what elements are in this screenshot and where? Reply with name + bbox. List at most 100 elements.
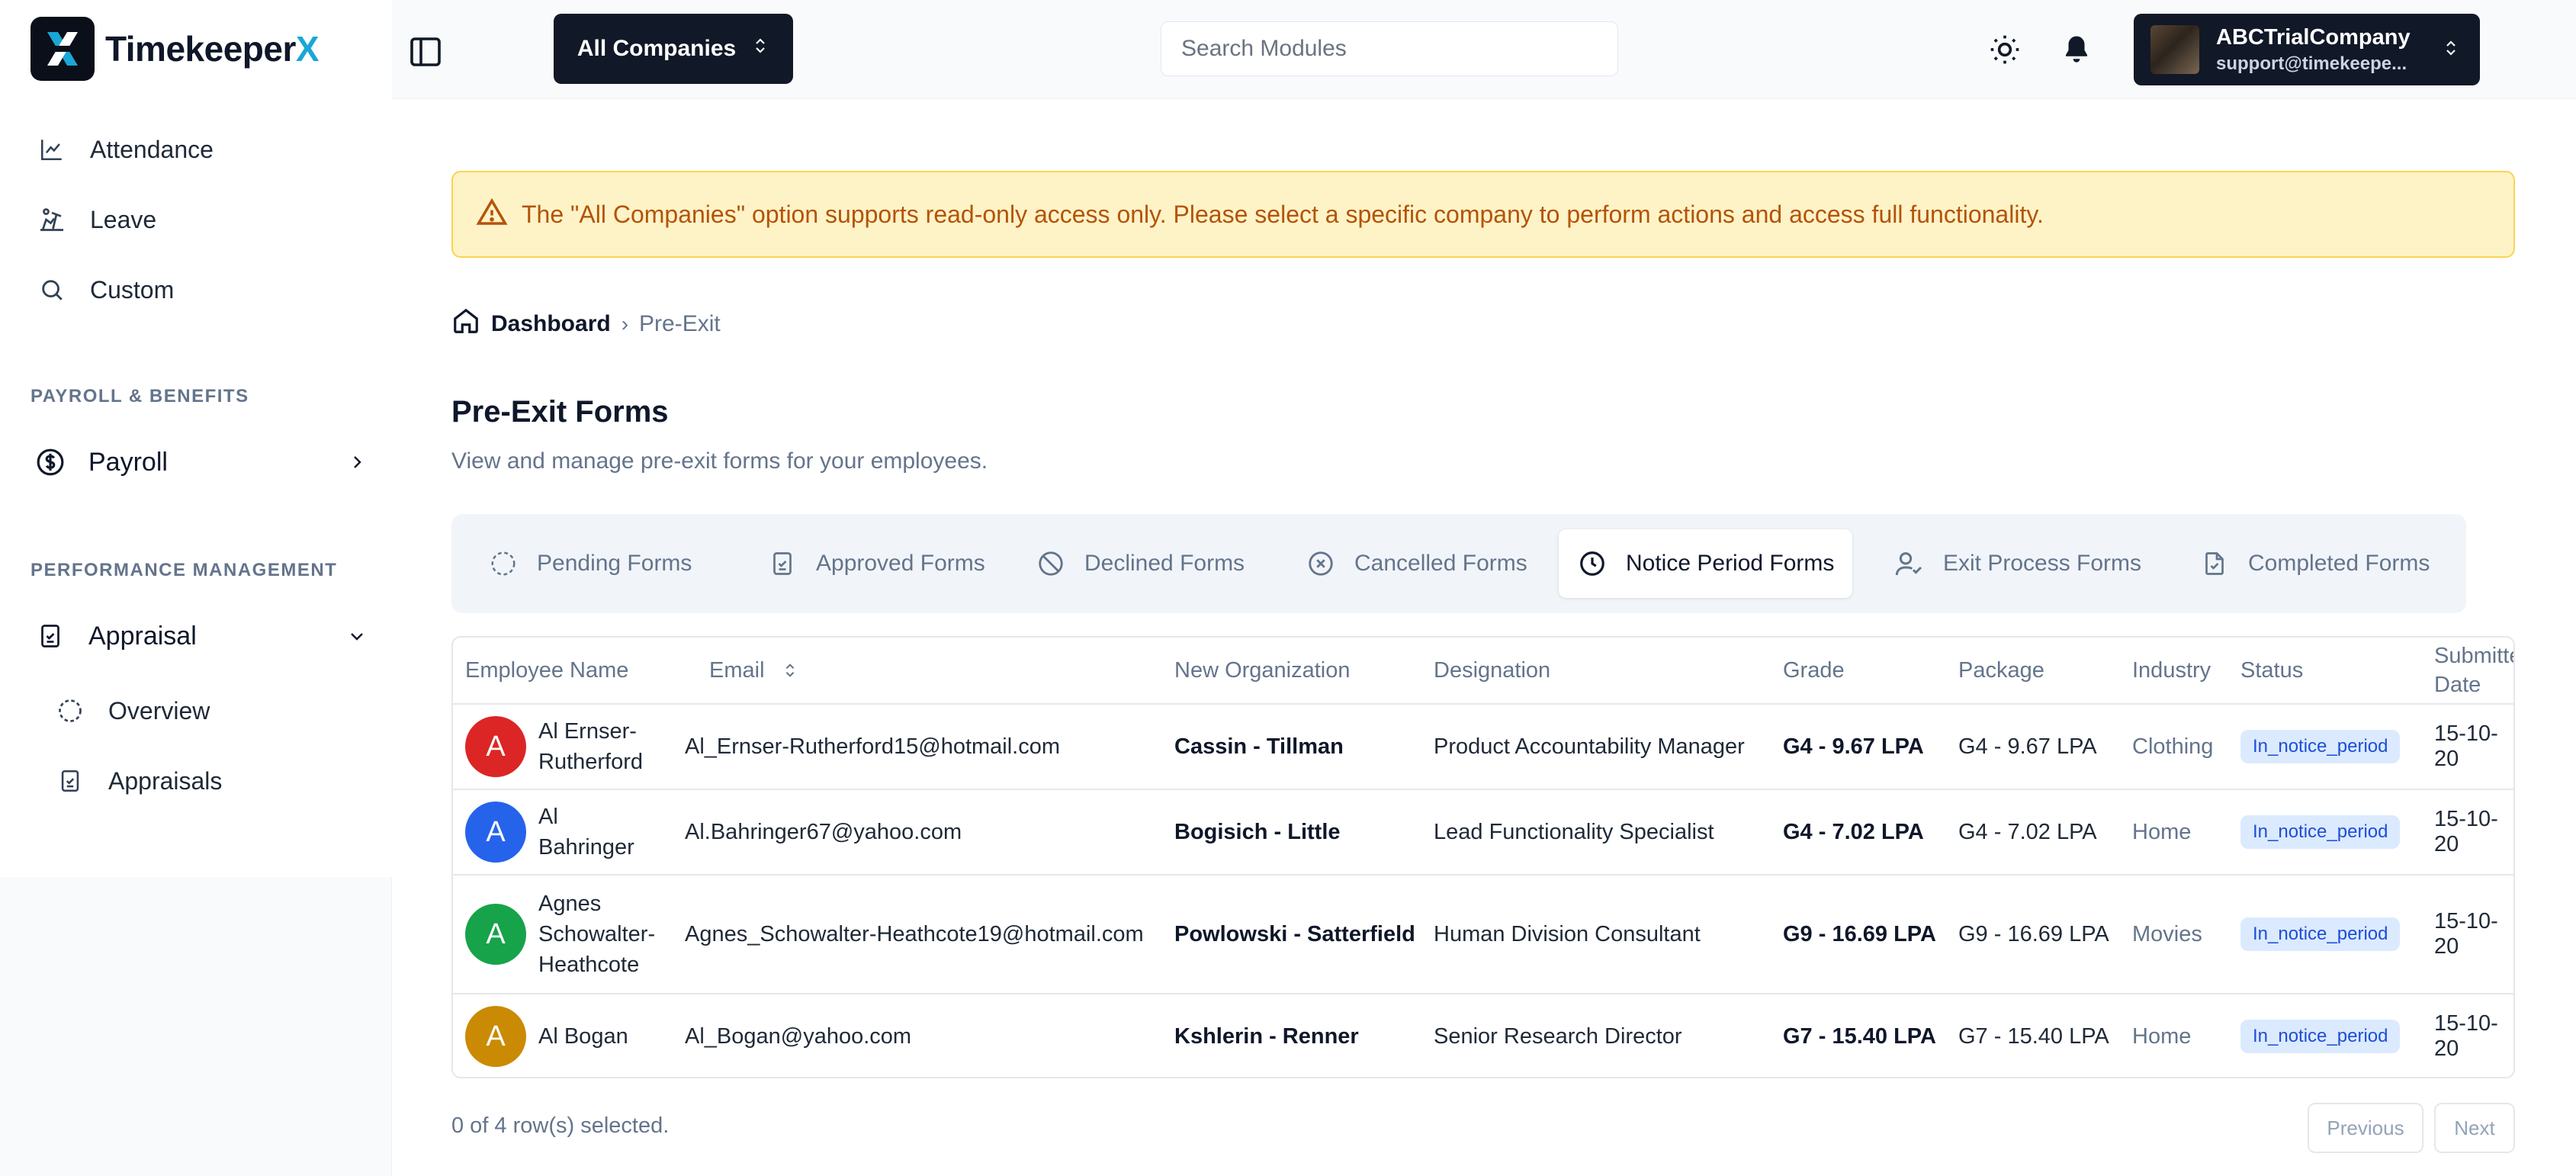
theme-toggle-icon[interactable]: [1986, 31, 2024, 69]
avatar: [2150, 25, 2199, 74]
sidebar-item-appraisal[interactable]: Appraisal: [34, 619, 369, 653]
company-select-button[interactable]: All Companies: [554, 14, 793, 84]
employee-avatar: A: [465, 790, 526, 874]
warning-icon: [476, 197, 508, 233]
tab-pending-forms[interactable]: Pending Forms: [470, 529, 710, 598]
new-organization: Powlowski - Satterfield: [1174, 921, 1415, 946]
account-email: support@timekeepe...: [2216, 53, 2407, 74]
alert-message: The "All Companies" option supports read…: [522, 200, 2044, 228]
tab-exit-process-forms[interactable]: Exit Process Forms: [1876, 529, 2160, 598]
table-row[interactable]: A Al Bahringer Al.Bahringer67@yahoo.com B…: [453, 789, 2513, 874]
employee-name: Al Bahringer: [538, 805, 634, 860]
sidebar-item-custom[interactable]: Custom: [37, 275, 174, 305]
tab-label: Pending Forms: [537, 551, 692, 576]
column-header-submitted-date[interactable]: Submitte Date: [2434, 638, 2515, 703]
employee-avatar: A: [465, 994, 526, 1077]
sidebar-item-appraisals[interactable]: Appraisals: [55, 766, 222, 796]
sidebar-item-label: Appraisal: [88, 621, 197, 651]
clipboard-check-icon: [767, 548, 798, 579]
dashed-circle-icon: [55, 696, 85, 726]
industry: Home: [2132, 1023, 2192, 1049]
table-row[interactable]: A Agnes Schowalter- Heathcote Agnes_Schowa…: [453, 874, 2513, 993]
column-header-label: Submitte: [2434, 644, 2515, 668]
section-label-payroll: PAYROLL & BENEFITS: [31, 386, 249, 406]
tab-label: Completed Forms: [2248, 551, 2430, 576]
sidebar-item-label: Custom: [90, 275, 175, 304]
column-header-industry[interactable]: Industry: [2132, 638, 2211, 703]
tab-notice-period-forms[interactable]: Notice Period Forms: [1559, 529, 1853, 598]
tab-declined-forms[interactable]: Declined Forms: [1017, 529, 1263, 598]
sidebar-panel: [0, 0, 392, 877]
table-row[interactable]: A Al Ernser- Rutherford Al_Ernser-Rutherf…: [453, 703, 2513, 789]
tab-label: Exit Process Forms: [1943, 551, 2142, 576]
submitted-date: 15-10-20: [2434, 1011, 2498, 1061]
submitted-date: 15-10-20: [2434, 807, 2498, 856]
column-header-grade[interactable]: Grade: [1783, 638, 1845, 703]
tab-approved-forms[interactable]: Approved Forms: [749, 529, 1004, 598]
account-menu-button[interactable]: ABCTrialCompany support@timekeepe...: [2134, 14, 2480, 85]
designation: Senior Research Director: [1434, 1023, 1682, 1049]
home-icon[interactable]: [451, 307, 480, 342]
column-header-new-organization[interactable]: New Organization: [1174, 638, 1351, 703]
new-organization: Kshlerin - Renner: [1174, 1023, 1359, 1049]
industry: Home: [2132, 819, 2192, 844]
previous-page-button[interactable]: Previous: [2308, 1103, 2423, 1153]
column-header-designation[interactable]: Designation: [1434, 638, 1550, 703]
sidebar-toggle-icon[interactable]: [407, 34, 444, 70]
breadcrumb-current: Pre-Exit: [639, 311, 721, 336]
column-header-status[interactable]: Status: [2240, 638, 2303, 703]
grade: G7 - 15.40 LPA: [1783, 1023, 1936, 1049]
column-header-email[interactable]: Email: [709, 638, 798, 703]
tab-label: Notice Period Forms: [1626, 551, 1835, 576]
status-badge: In_notice_period: [2240, 705, 2401, 789]
designation: Product Accountability Manager: [1434, 734, 1745, 759]
sidebar-item-attendance[interactable]: Attendance: [37, 134, 214, 165]
user-check-icon: [1894, 548, 1925, 579]
sidebar-item-label: Overview: [108, 696, 210, 725]
column-header-label: Date: [2434, 673, 2481, 697]
column-header-employee-name[interactable]: Employee Name: [465, 638, 628, 703]
package: G7 - 15.40 LPA: [1958, 1023, 2109, 1049]
package: G4 - 7.02 LPA: [1958, 819, 2097, 844]
sidebar-item-label: Appraisals: [108, 766, 223, 795]
new-organization: Cassin - Tillman: [1174, 734, 1344, 759]
status-badge: In_notice_period: [2240, 790, 2401, 874]
column-header-package[interactable]: Package: [1958, 638, 2044, 703]
pre-exit-table: Employee Name Email New Organization Des…: [451, 636, 2515, 1078]
table-row[interactable]: A Al Bogan Al_Bogan@yahoo.com Kshlerin -…: [453, 993, 2513, 1077]
grade: G9 - 16.69 LPA: [1783, 921, 1936, 946]
sidebar-item-payroll[interactable]: Payroll: [34, 445, 369, 479]
employee-email: Al_Bogan@yahoo.com: [685, 1023, 912, 1049]
clipboard-check-icon: [55, 766, 85, 796]
tab-completed-forms[interactable]: Completed Forms: [2181, 529, 2448, 598]
industry: Movies: [2132, 921, 2202, 946]
status-badge: In_notice_period: [2240, 994, 2401, 1077]
sidebar-item-overview[interactable]: Overview: [55, 696, 210, 726]
app-name: TimekeeperX: [105, 29, 320, 69]
read-only-alert: The "All Companies" option supports read…: [451, 171, 2515, 258]
package: G4 - 9.67 LPA: [1958, 734, 2097, 759]
column-header-label: Email: [709, 657, 765, 683]
chevron-right-icon: [345, 450, 369, 474]
designation: Lead Functionality Specialist: [1434, 819, 1714, 844]
app-logo[interactable]: TimekeeperX: [31, 17, 320, 81]
tab-cancelled-forms[interactable]: Cancelled Forms: [1287, 529, 1546, 598]
search-input[interactable]: [1161, 21, 1618, 76]
sidebar-item-leave[interactable]: Leave: [37, 204, 156, 235]
dollar-circle-icon: [34, 445, 67, 479]
section-label-performance: PERFORMANCE MANAGEMENT: [31, 560, 338, 580]
next-page-button[interactable]: Next: [2434, 1103, 2515, 1153]
top-header: All Companies ABCTrialCompany support@ti…: [392, 0, 2576, 99]
tab-label: Cancelled Forms: [1354, 551, 1527, 576]
employee-avatar: A: [465, 705, 526, 789]
employee-name: Agnes Schowalter- Heathcote: [538, 892, 656, 977]
status-badge: In_notice_period: [2240, 876, 2401, 993]
beach-icon: [37, 204, 67, 235]
bell-icon[interactable]: [2057, 31, 2096, 69]
breadcrumb-dashboard-link[interactable]: Dashboard: [491, 311, 611, 337]
form-tabs: Pending Forms Approved Forms Declined Fo…: [451, 514, 2466, 613]
page-subtitle: View and manage pre-exit forms for your …: [451, 448, 988, 474]
sort-icon: [782, 660, 798, 681]
designation: Human Division Consultant: [1434, 921, 1701, 946]
new-organization: Bogisich - Little: [1174, 819, 1341, 844]
